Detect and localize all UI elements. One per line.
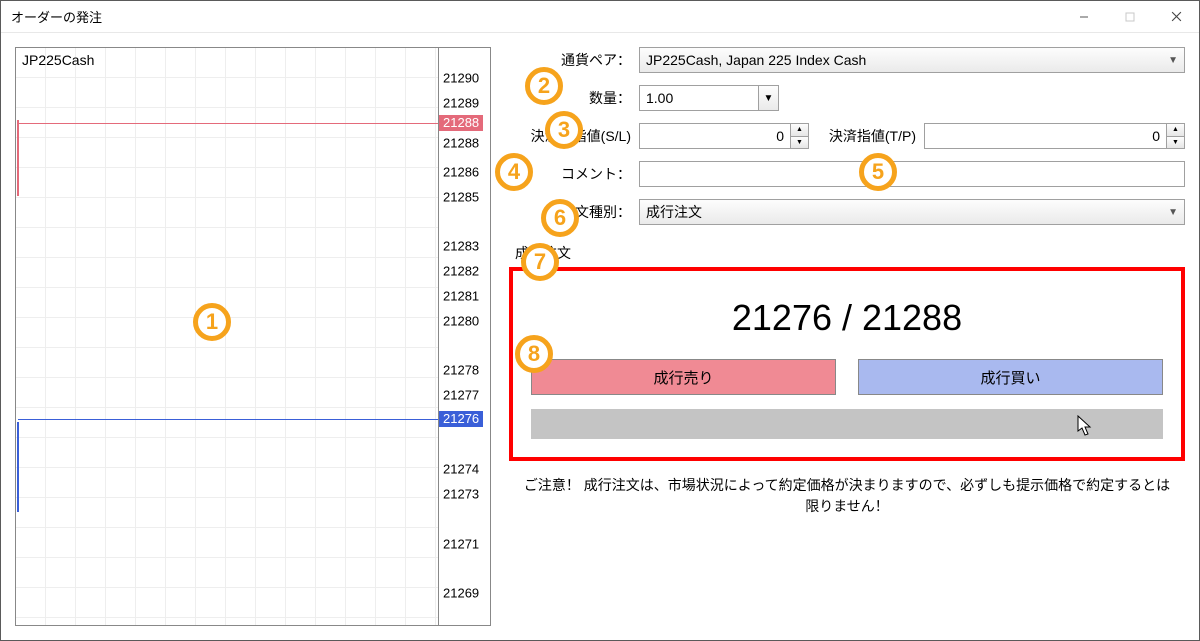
order-type-dropdown[interactable]: 成行注文 ▼ xyxy=(639,199,1185,225)
price-tick: 21271 xyxy=(443,537,479,552)
price-tick: 21285 xyxy=(443,190,479,205)
chart-symbol: JP225Cash xyxy=(22,52,94,68)
pair-label: 通貨ペア： xyxy=(509,50,639,70)
ordertype-value: 成行注文 xyxy=(646,202,702,222)
tp-label: 決済指値(T/P) xyxy=(809,126,924,146)
row-currency-pair: 通貨ペア： JP225Cash, Japan 225 Index Cash ▼ xyxy=(509,47,1185,73)
close-button[interactable] xyxy=(1153,1,1199,32)
ask-tick-bar xyxy=(17,120,19,196)
row-comment: コメント： xyxy=(509,161,1185,187)
row-sl-tp: 決済逆指値(S/L) 0 ▲▼ 決済指値(T/P) 0 ▲▼ xyxy=(509,123,1185,149)
price-tick: 21280 xyxy=(443,314,479,329)
ask-marker: 21288 xyxy=(439,115,483,131)
tp-input[interactable]: 0 ▲▼ xyxy=(924,123,1185,149)
order-window: オーダーの発注 JP225Cash 21290 xyxy=(0,0,1200,641)
cursor-icon xyxy=(1077,415,1093,442)
maximize-button[interactable] xyxy=(1107,1,1153,32)
minimize-button[interactable] xyxy=(1061,1,1107,32)
price-tick: 21277 xyxy=(443,388,479,403)
price-tick: 21278 xyxy=(443,363,479,378)
price-tick: 21282 xyxy=(443,264,479,279)
market-buy-button[interactable]: 成行買い xyxy=(858,359,1163,395)
bid-line xyxy=(18,419,438,420)
chevron-down-icon: ▼ xyxy=(1168,55,1178,66)
market-order-group-label: 成行注文 xyxy=(515,243,1185,263)
sl-input[interactable]: 0 ▲▼ xyxy=(639,123,809,149)
window-title: オーダーの発注 xyxy=(11,7,102,26)
tick-chart[interactable]: JP225Cash 21290 21289 21288 21288 21286 … xyxy=(15,47,491,626)
chevron-down-icon: ▼ xyxy=(758,86,778,110)
titlebar: オーダーの発注 xyxy=(1,1,1199,33)
price-tick: 21283 xyxy=(443,239,479,254)
order-buttons: 成行売り 成行買い xyxy=(531,359,1163,395)
pair-value: JP225Cash, Japan 225 Index Cash xyxy=(646,52,866,68)
price-tick: 21290 xyxy=(443,71,479,86)
chart-area: JP225Cash xyxy=(16,48,438,625)
qty-value: 1.00 xyxy=(640,90,758,106)
tp-value: 0 xyxy=(925,124,1166,148)
sl-value: 0 xyxy=(640,124,790,148)
quantity-combo[interactable]: 1.00 ▼ xyxy=(639,85,779,111)
comment-label: コメント： xyxy=(509,164,639,184)
price-tick: 21288 xyxy=(443,136,479,151)
bid-ask-display: 21276 / 21288 xyxy=(531,297,1163,339)
price-tick: 21269 xyxy=(443,586,479,601)
market-sell-button[interactable]: 成行売り xyxy=(531,359,836,395)
disabled-bar xyxy=(531,409,1163,439)
price-tick: 21274 xyxy=(443,462,479,477)
ask-line xyxy=(18,123,438,124)
content: JP225Cash 21290 21289 21288 21288 21286 … xyxy=(1,33,1199,640)
order-form: 通貨ペア： JP225Cash, Japan 225 Index Cash ▼ … xyxy=(509,47,1185,626)
row-quantity: 数量： 1.00 ▼ xyxy=(509,85,1185,111)
price-scale: 21290 21289 21288 21288 21286 21285 2128… xyxy=(438,48,490,625)
market-order-box: 21276 / 21288 成行売り 成行買い xyxy=(509,267,1185,461)
market-order-notice: ご注意！ 成行注文は、市場状況によって約定価格が決まりますので、必ずしも提示価格… xyxy=(509,475,1185,517)
price-tick: 21289 xyxy=(443,96,479,111)
tp-spin[interactable]: ▲▼ xyxy=(1166,124,1184,148)
row-order-type: 注文種別： 成行注文 ▼ xyxy=(509,199,1185,225)
price-tick: 21273 xyxy=(443,487,479,502)
comment-input[interactable] xyxy=(639,161,1185,187)
window-controls xyxy=(1061,1,1199,32)
ordertype-label: 注文種別： xyxy=(509,202,639,222)
bid-tick-bar xyxy=(17,422,19,512)
sl-label: 決済逆指値(S/L) xyxy=(509,126,639,146)
chevron-down-icon: ▼ xyxy=(1168,207,1178,218)
currency-pair-dropdown[interactable]: JP225Cash, Japan 225 Index Cash ▼ xyxy=(639,47,1185,73)
sl-spin[interactable]: ▲▼ xyxy=(790,124,808,148)
qty-label: 数量： xyxy=(509,88,639,108)
price-tick: 21286 xyxy=(443,165,479,180)
bid-marker: 21276 xyxy=(439,411,483,427)
price-tick: 21281 xyxy=(443,289,479,304)
